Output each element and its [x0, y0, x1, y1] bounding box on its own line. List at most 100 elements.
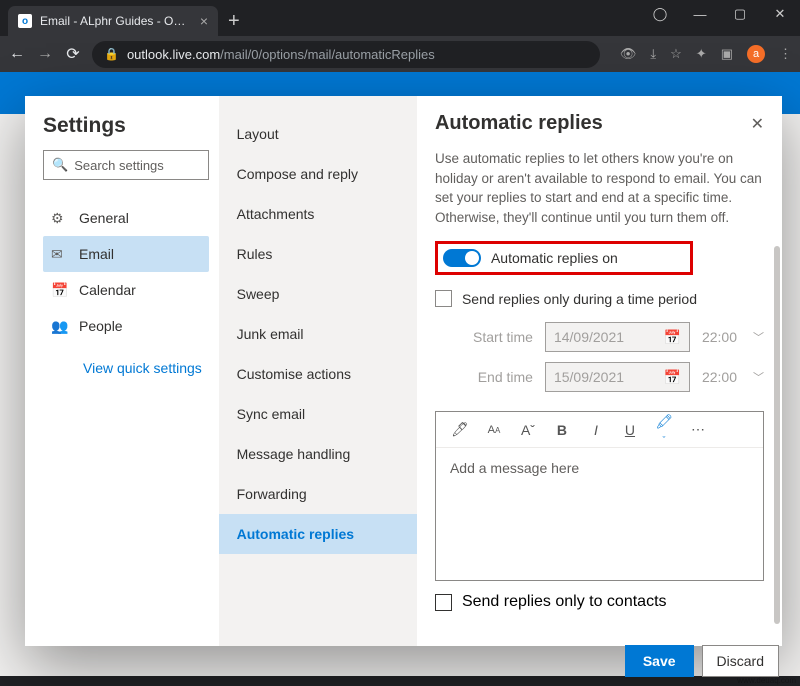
option-sync-email[interactable]: Sync email — [219, 394, 417, 434]
close-tab-icon[interactable]: × — [200, 13, 208, 29]
chevron-down-icon[interactable]: ﹀ — [753, 329, 764, 345]
font-size-icon[interactable]: AA — [484, 424, 504, 436]
time-period-label: Send replies only during a time period — [462, 291, 697, 307]
highlight-annotation: Automatic replies on — [435, 241, 693, 275]
end-date-picker[interactable]: 15/09/2021 📅 — [545, 362, 690, 392]
send-contacts-checkbox[interactable] — [435, 594, 452, 611]
discard-button[interactable]: Discard — [702, 645, 779, 677]
more-options-icon[interactable]: ⋯ — [688, 421, 708, 438]
people-icon: 👥 — [51, 318, 67, 335]
forward-button: → — [36, 45, 54, 63]
profile-avatar[interactable]: a — [747, 45, 765, 63]
message-editor: 🖊 AA Aˇ B I U 🖍ˇ ⋯ Add a message here — [435, 411, 764, 581]
window-controls: ◯ — ▢ ✕ — [640, 0, 800, 28]
bookmark-star-icon[interactable]: ☆ — [670, 46, 682, 62]
scrollbar-thumb[interactable] — [774, 246, 780, 624]
extensions-puzzle-icon[interactable]: ✦ — [696, 46, 707, 62]
panel-body: Use automatic replies to let others know… — [435, 149, 764, 634]
time-period-row: Send replies only during a time period — [435, 290, 764, 307]
envelope-icon: ✉ — [51, 246, 67, 263]
option-rules[interactable]: Rules — [219, 234, 417, 274]
auto-replies-toggle[interactable] — [443, 249, 481, 267]
category-people[interactable]: 👥 People — [43, 308, 209, 344]
calendar-icon: 📅 — [664, 329, 681, 346]
settings-sidebar: Settings 🔍 Search settings ⚙General ✉ Ema… — [25, 96, 219, 646]
start-time-row: Start time 14/09/2021 📅 22:00 ﹀ — [457, 317, 764, 357]
close-window-button[interactable]: ✕ — [760, 0, 800, 28]
time-range-grid: Start time 14/09/2021 📅 22:00 ﹀ End time… — [457, 317, 764, 397]
minimize-button[interactable]: — — [680, 0, 720, 28]
settings-heading: Settings — [43, 114, 209, 138]
panel-description: Use automatic replies to let others know… — [435, 149, 764, 227]
calendar-icon: 📅 — [51, 282, 67, 299]
browser-window: o Email - ALphr Guides - Outlook × + ◯ —… — [0, 0, 800, 686]
lock-icon: 🔒 — [104, 47, 119, 61]
option-layout[interactable]: Layout — [219, 114, 417, 154]
tab-title: Email - ALphr Guides - Outlook — [40, 14, 192, 28]
new-tab-button[interactable]: + — [228, 10, 240, 33]
reload-button[interactable]: ⟳ — [64, 44, 82, 64]
chevron-down-icon[interactable]: ﹀ — [753, 369, 764, 385]
settings-modal: Settings 🔍 Search settings ⚙General ✉ Ema… — [25, 96, 782, 646]
eye-icon[interactable]: 👁 — [620, 46, 637, 62]
option-message-handling[interactable]: Message handling — [219, 434, 417, 474]
option-automatic-replies[interactable]: Automatic replies — [219, 514, 417, 554]
category-label: Email — [79, 246, 114, 262]
bold-icon[interactable]: B — [552, 422, 572, 438]
toggle-label: Automatic replies on — [491, 250, 618, 266]
option-compose-and-reply[interactable]: Compose and reply — [219, 154, 417, 194]
panel-title: Automatic replies — [435, 112, 751, 135]
circle-icon[interactable]: ◯ — [640, 0, 680, 28]
browser-titlebar: o Email - ALphr Guides - Outlook × + ◯ —… — [0, 0, 800, 36]
automatic-replies-panel: Automatic replies ✕ Use automatic replie… — [417, 96, 782, 646]
panel-header: Automatic replies ✕ — [435, 112, 764, 135]
font-style-icon[interactable]: Aˇ — [518, 422, 538, 438]
option-forwarding[interactable]: Forwarding — [219, 474, 417, 514]
editor-textarea[interactable]: Add a message here — [436, 448, 763, 580]
install-icon[interactable]: ⤓ — [650, 46, 656, 62]
gear-icon: ⚙ — [51, 210, 67, 227]
address-bar[interactable]: 🔒 outlook.live.com/mail/0/options/mail/a… — [92, 41, 600, 68]
category-label: Calendar — [79, 282, 136, 298]
start-time-value[interactable]: 22:00 — [702, 329, 737, 345]
option-attachments[interactable]: Attachments — [219, 194, 417, 234]
category-email[interactable]: ✉ Email — [43, 236, 209, 272]
end-time-label: End time — [457, 369, 533, 385]
category-label: People — [79, 318, 123, 334]
editor-toolbar: 🖊 AA Aˇ B I U 🖍ˇ ⋯ — [436, 412, 763, 448]
maximize-button[interactable]: ▢ — [720, 0, 760, 28]
end-time-value[interactable]: 22:00 — [702, 369, 737, 385]
start-date-value: 14/09/2021 — [554, 329, 624, 345]
close-panel-button[interactable]: ✕ — [751, 114, 764, 134]
auto-replies-toggle-row: Automatic replies on — [435, 241, 764, 275]
option-junk-email[interactable]: Junk email — [219, 314, 417, 354]
italic-icon[interactable]: I — [586, 422, 606, 438]
category-calendar[interactable]: 📅 Calendar — [43, 272, 209, 308]
category-general[interactable]: ⚙General — [43, 200, 209, 236]
start-date-picker[interactable]: 14/09/2021 📅 — [545, 322, 690, 352]
search-icon: 🔍 — [52, 157, 68, 173]
send-contacts-label: Send replies only to contacts — [462, 593, 667, 611]
underline-icon[interactable]: U — [620, 422, 640, 438]
browser-tab[interactable]: o Email - ALphr Guides - Outlook × — [8, 6, 218, 36]
toggle-knob — [465, 251, 479, 265]
start-time-label: Start time — [457, 329, 533, 345]
cast-icon[interactable]: ▣ — [721, 46, 733, 62]
outlook-favicon-icon: o — [18, 14, 32, 28]
back-button[interactable]: ← — [8, 45, 26, 63]
option-sweep[interactable]: Sweep — [219, 274, 417, 314]
option-customise-actions[interactable]: Customise actions — [219, 354, 417, 394]
settings-search-input[interactable]: 🔍 Search settings — [43, 150, 209, 180]
end-date-value: 15/09/2021 — [554, 369, 624, 385]
time-period-checkbox[interactable] — [435, 290, 452, 307]
highlight-icon[interactable]: 🖍ˇ — [654, 413, 674, 446]
end-time-row: End time 15/09/2021 📅 22:00 ﹀ — [457, 357, 764, 397]
calendar-icon: 📅 — [664, 369, 681, 386]
browser-extension-area: 👁 ⤓ ☆ ✦ ▣ a ⋮ — [620, 45, 792, 63]
kebab-menu-icon[interactable]: ⋮ — [779, 46, 792, 62]
view-quick-settings-link[interactable]: View quick settings — [83, 360, 209, 376]
save-button[interactable]: Save — [625, 645, 694, 677]
eraser-icon[interactable]: 🖊 — [450, 421, 470, 438]
url-text: outlook.live.com/mail/0/options/mail/aut… — [127, 47, 435, 62]
watermark: www.deuaq.com — [737, 676, 796, 685]
